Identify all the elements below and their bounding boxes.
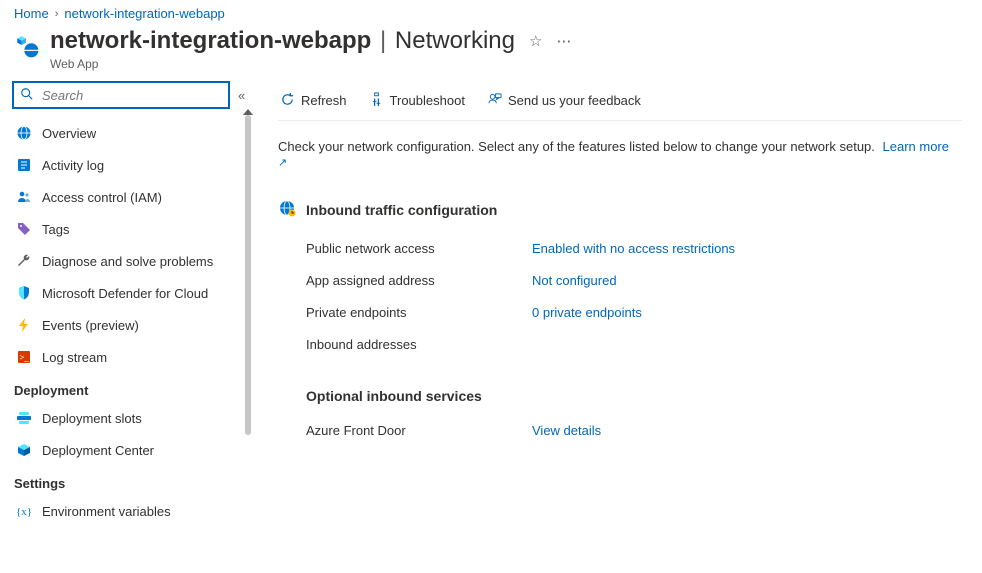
config-key: App assigned address	[306, 273, 532, 288]
troubleshoot-icon	[369, 92, 384, 110]
inbound-icon	[278, 199, 296, 220]
favorite-icon[interactable]: ☆	[529, 32, 542, 50]
optional-inbound-header: Optional inbound services	[306, 388, 962, 404]
feedback-icon	[487, 92, 502, 110]
sidebar-item-label: Events (preview)	[42, 318, 139, 333]
sidebar-item-label: Activity log	[42, 158, 104, 173]
inbound-config-table: Public network access Enabled with no ac…	[306, 232, 962, 360]
page-title: network-integration-webapp | Networking	[50, 27, 515, 55]
private-endpoints-link[interactable]: 0 private endpoints	[532, 305, 642, 320]
config-row: App assigned address Not configured	[306, 264, 962, 296]
search-icon	[20, 87, 34, 104]
public-network-access-link[interactable]: Enabled with no access restrictions	[532, 241, 735, 256]
intro-text: Check your network configuration. Select…	[278, 139, 962, 169]
svg-text:{x}: {x}	[16, 506, 32, 518]
front-door-details-link[interactable]: View details	[532, 423, 601, 438]
config-key: Public network access	[306, 241, 532, 256]
breadcrumb-home[interactable]: Home	[14, 6, 49, 21]
sidebar-item-environment-variables[interactable]: {x} Environment variables	[10, 495, 248, 527]
search-input[interactable]	[40, 87, 222, 104]
sidebar-item-label: Diagnose and solve problems	[42, 254, 213, 269]
main-panel: Refresh Troubleshoot Send us your feedba…	[248, 81, 982, 573]
sidebar-group-deployment: Deployment	[10, 373, 248, 402]
sidebar-item-deployment-slots[interactable]: Deployment slots	[10, 402, 248, 434]
config-key: Private endpoints	[306, 305, 532, 320]
globe-icon	[16, 125, 32, 141]
external-link-icon: ↗	[278, 157, 287, 169]
config-key: Azure Front Door	[306, 423, 532, 438]
webapp-icon	[14, 33, 40, 59]
page-header: network-integration-webapp | Networking …	[0, 23, 982, 81]
more-icon[interactable]: ⋯	[556, 32, 571, 50]
sidebar-item-label: Microsoft Defender for Cloud	[42, 286, 208, 301]
sidebar-item-activity-log[interactable]: Activity log	[10, 149, 248, 181]
sidebar-item-log-stream[interactable]: >_ Log stream	[10, 341, 248, 373]
people-icon	[16, 189, 32, 205]
sidebar-scrollbar[interactable]	[245, 115, 251, 435]
sidebar-item-diagnose[interactable]: Diagnose and solve problems	[10, 245, 248, 277]
sidebar-item-label: Deployment Center	[42, 443, 154, 458]
log-icon	[16, 157, 32, 173]
config-row: Inbound addresses	[306, 328, 962, 360]
sidebar-item-label: Environment variables	[42, 504, 171, 519]
config-row: Private endpoints 0 private endpoints	[306, 296, 962, 328]
refresh-button[interactable]: Refresh	[278, 88, 349, 114]
sidebar-search[interactable]	[12, 81, 230, 109]
tag-icon	[16, 221, 32, 237]
svg-text:>_: >_	[19, 353, 29, 362]
shield-icon	[16, 285, 32, 301]
optional-inbound-table: Azure Front Door View details	[306, 414, 962, 446]
sidebar-item-label: Log stream	[42, 350, 107, 365]
config-key: Inbound addresses	[306, 337, 532, 352]
wrench-icon	[16, 253, 32, 269]
command-bar: Refresh Troubleshoot Send us your feedba…	[278, 81, 962, 121]
sidebar-item-overview[interactable]: Overview	[10, 117, 248, 149]
chevron-right-icon: ›	[55, 8, 59, 20]
refresh-icon	[280, 92, 295, 110]
package-icon	[16, 442, 32, 458]
lightning-icon	[16, 317, 32, 333]
collapse-sidebar-icon[interactable]: «	[238, 88, 251, 103]
sidebar-item-tags[interactable]: Tags	[10, 213, 248, 245]
sidebar-item-label: Deployment slots	[42, 411, 142, 426]
config-row: Azure Front Door View details	[306, 414, 962, 446]
sidebar-item-defender[interactable]: Microsoft Defender for Cloud	[10, 277, 248, 309]
sidebar: « Overview Activity log Access control (…	[0, 81, 248, 573]
sidebar-item-access-control[interactable]: Access control (IAM)	[10, 181, 248, 213]
sidebar-group-settings: Settings	[10, 466, 248, 495]
stream-icon: >_	[16, 349, 32, 365]
slots-icon	[16, 410, 32, 426]
breadcrumb-resource[interactable]: network-integration-webapp	[64, 6, 224, 21]
variable-icon: {x}	[16, 503, 32, 519]
breadcrumb: Home › network-integration-webapp	[0, 0, 982, 23]
sidebar-item-label: Access control (IAM)	[42, 190, 162, 205]
troubleshoot-button[interactable]: Troubleshoot	[367, 88, 467, 114]
inbound-section-header: Inbound traffic configuration	[278, 199, 962, 220]
app-assigned-address-link[interactable]: Not configured	[532, 273, 617, 288]
feedback-button[interactable]: Send us your feedback	[485, 88, 643, 114]
sidebar-item-deployment-center[interactable]: Deployment Center	[10, 434, 248, 466]
sidebar-item-label: Tags	[42, 222, 69, 237]
sidebar-item-events[interactable]: Events (preview)	[10, 309, 248, 341]
page-subtitle: Web App	[50, 57, 571, 71]
sidebar-item-label: Overview	[42, 126, 96, 141]
config-row: Public network access Enabled with no ac…	[306, 232, 962, 264]
